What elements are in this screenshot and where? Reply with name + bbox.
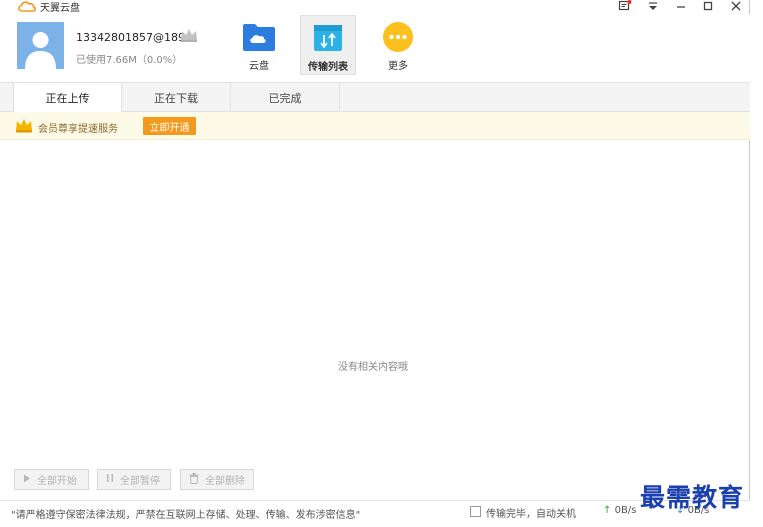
settings-menu-icon[interactable]	[645, 0, 661, 12]
username[interactable]: 13342801857@189...	[76, 31, 195, 44]
upload-speed-value: 0B/s	[614, 505, 637, 516]
empty-message: 没有相关内容哦	[338, 362, 408, 373]
vip-crown-icon	[15, 118, 33, 136]
watermark-text: 最需教育	[640, 483, 745, 512]
legal-notice: "请严格遵守保密法律法规，严禁在互联网上存储、处理、传输、发布涉密信息"	[11, 510, 361, 521]
activate-vip-button[interactable]: 立即开通	[143, 117, 196, 135]
vip-crown-icon[interactable]	[180, 28, 198, 45]
start-all-label: 全部开始	[37, 476, 77, 487]
cloud-folder-icon	[242, 21, 276, 53]
minimize-icon[interactable]	[673, 0, 689, 12]
promo-text: 会员尊享提速服务	[38, 124, 118, 135]
pause-all-button[interactable]: 全部暂停	[97, 469, 171, 490]
upload-speed: ↑ 0B/s	[603, 505, 636, 516]
more-icon	[381, 21, 415, 53]
message-icon[interactable]	[617, 0, 633, 12]
nav-label: 云盘	[249, 61, 269, 72]
upload-arrow-icon: ↑	[603, 505, 612, 516]
trash-icon	[189, 472, 199, 487]
play-icon	[23, 474, 31, 486]
nav-label: 更多	[388, 61, 408, 72]
nav-more[interactable]: 更多	[370, 15, 426, 75]
auto-shutdown-label[interactable]: 传输完毕，自动关机	[486, 505, 576, 520]
cloud-logo-icon	[17, 0, 37, 12]
transfer-tabs: 正在上传 正在下载 已完成	[0, 82, 750, 113]
tab-completed[interactable]: 已完成	[231, 83, 340, 112]
auto-shutdown-checkbox[interactable]	[470, 506, 481, 517]
header: 13342801857@189... 已使用7.66M（0.0%） 云盘 传输列…	[0, 14, 750, 82]
delete-all-label: 全部删除	[205, 476, 245, 487]
tab-downloading[interactable]: 正在下载	[122, 83, 231, 112]
storage-usage: 已使用7.66M（0.0%）	[76, 55, 183, 66]
nav-label: 传输列表	[308, 62, 348, 73]
delete-all-button[interactable]: 全部删除	[180, 469, 254, 490]
transfer-list-icon	[311, 22, 345, 54]
nav-transfer-list[interactable]: 传输列表	[300, 15, 356, 75]
title-bar: 天翼云盘	[0, 0, 750, 14]
tab-uploading[interactable]: 正在上传	[13, 83, 122, 113]
status-bar: "请严格遵守保密法律法规，严禁在互联网上存储、处理、传输、发布涉密信息" 传输完…	[0, 500, 750, 527]
maximize-icon[interactable]	[700, 0, 716, 12]
avatar[interactable]	[17, 22, 64, 69]
start-all-button[interactable]: 全部开始	[14, 469, 89, 490]
close-icon[interactable]	[728, 0, 744, 12]
pause-all-label: 全部暂停	[120, 476, 160, 487]
app-title: 天翼云盘	[40, 3, 80, 14]
vip-promo-bar: 会员尊享提速服务 立即开通	[0, 112, 750, 140]
nav-cloud-disk[interactable]: 云盘	[231, 15, 287, 75]
pause-icon	[106, 473, 114, 486]
app-window: 天翼云盘 13342801857@189... 已使用7.66M（0.0%） 云…	[0, 0, 750, 527]
